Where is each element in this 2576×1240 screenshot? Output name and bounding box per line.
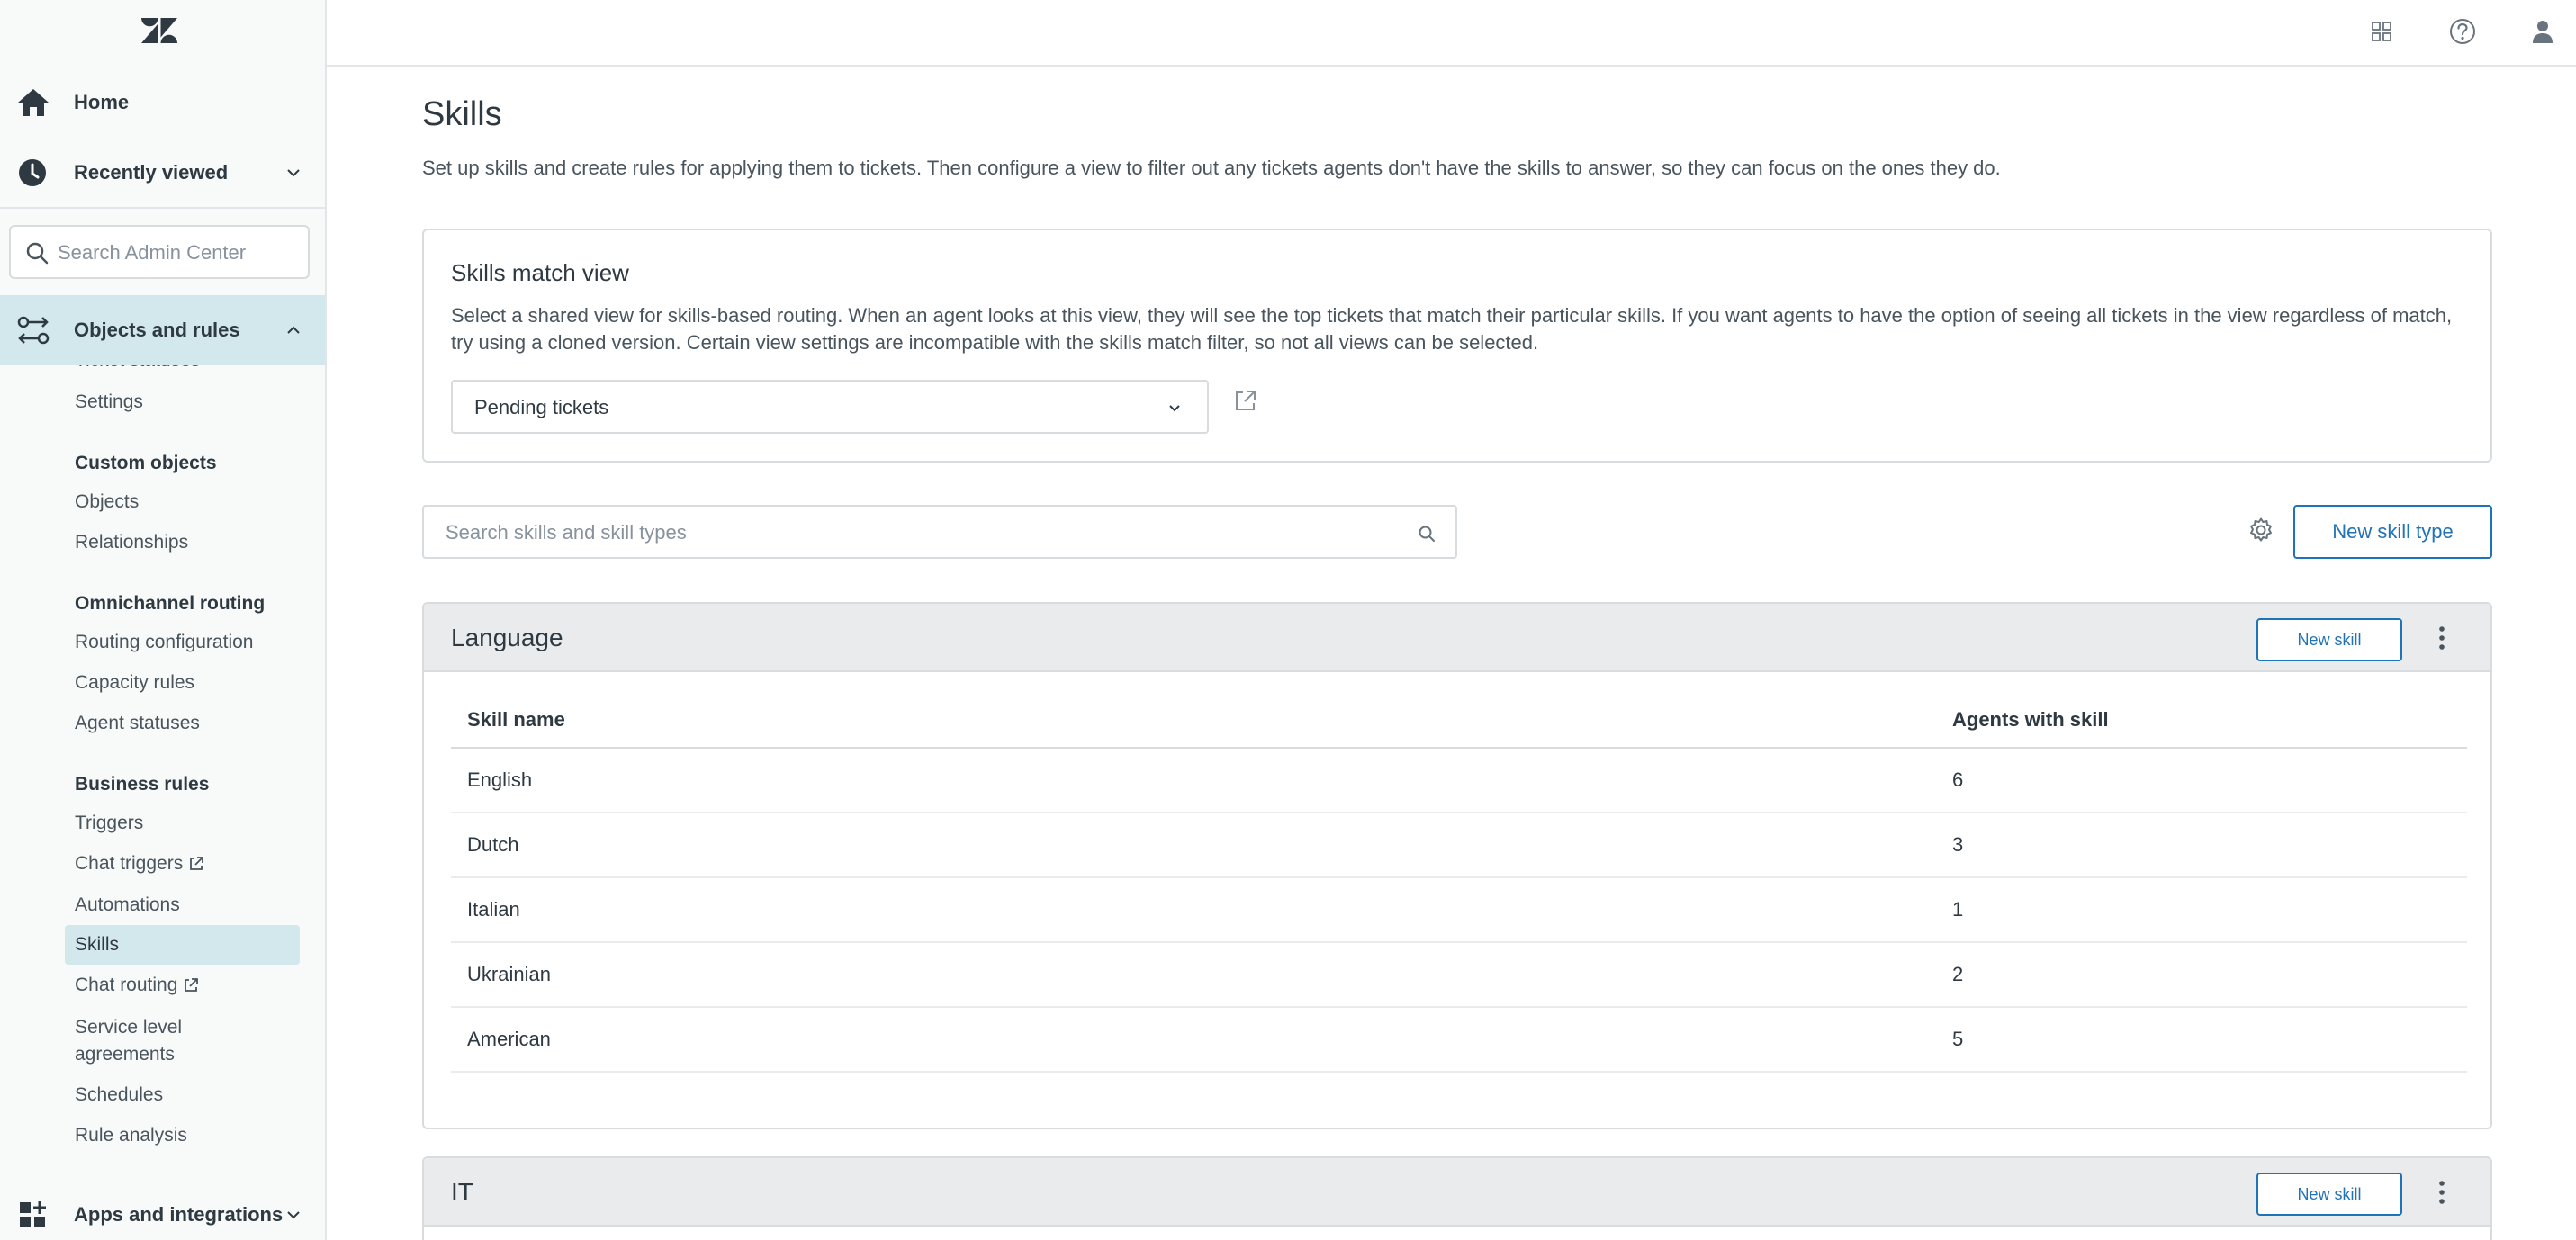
sidebar-item-rule-analysis[interactable]: Rule analysis (75, 1122, 187, 1149)
sidebar-subnav: Ticket statuses Settings Custom objects … (0, 365, 325, 1155)
home-icon (18, 89, 49, 116)
gear-icon[interactable] (2247, 517, 2274, 544)
sidebar-heading-omnichannel-routing: Omnichannel routing (75, 593, 266, 614)
admin-search[interactable] (9, 225, 310, 279)
chevron-down-icon[interactable] (284, 164, 302, 182)
sidebar-item-routing-configuration[interactable]: Routing configuration (75, 629, 253, 656)
new-skill-type-button[interactable]: New skill type (2293, 505, 2492, 559)
sidebar-item-chat-triggers[interactable]: Chat triggers (75, 850, 204, 877)
table-row[interactable]: American 5 (451, 1007, 2467, 1073)
sidebar-item-chat-routing[interactable]: Chat routing (75, 972, 199, 999)
sidebar-item-chat-triggers-label: Chat triggers (75, 853, 184, 874)
search-icon (1419, 526, 1435, 542)
skill-group-it: IT New skill (422, 1156, 2492, 1240)
sidebar-divider (0, 207, 325, 209)
column-header-skill-name[interactable]: Skill name (451, 692, 1936, 749)
skill-name-cell: Dutch (451, 813, 1936, 878)
objects-rules-icon (17, 316, 50, 345)
search-icon (26, 242, 49, 265)
external-link-icon[interactable] (1234, 389, 1257, 412)
view-select[interactable]: Pending tickets (451, 380, 1209, 434)
sidebar-heading-business-rules: Business rules (75, 774, 210, 795)
sidebar-item-objects[interactable]: Objects (75, 489, 139, 516)
sidebar-item-agent-statuses[interactable]: Agent statuses (75, 710, 200, 737)
skill-group-title: IT (451, 1178, 473, 1206)
skill-group-header: IT New skill (424, 1158, 2490, 1227)
skill-group-header: Language New skill (424, 604, 2490, 672)
skill-name-cell: Ukrainian (451, 942, 1936, 1008)
skill-group-title: Language (451, 624, 563, 651)
table-header-row: Skill name Agents with skill (451, 692, 2467, 749)
skills-table: Skill name Agents with skill English 6 D… (451, 692, 2467, 1073)
external-link-icon (190, 857, 204, 871)
table-row[interactable]: Ukrainian 2 (451, 942, 2467, 1008)
user-icon[interactable] (2530, 18, 2555, 45)
sidebar-item-service-level-agreements-line2[interactable]: agreements (75, 1041, 175, 1068)
main-content: Skills Set up skills and create rules fo… (327, 67, 2576, 1240)
new-skill-button[interactable]: New skill (2256, 1173, 2402, 1216)
zendesk-logo[interactable] (140, 16, 178, 45)
nav-recently-viewed-label: Recently viewed (74, 161, 229, 184)
skill-group-language: Language New skill Skill name Agents wit… (422, 602, 2492, 1129)
sidebar-item-relationships[interactable]: Relationships (75, 529, 188, 556)
top-bar (327, 0, 2576, 67)
agents-count-cell: 2 (1936, 942, 2467, 1008)
sidebar-item-capacity-rules[interactable]: Capacity rules (75, 669, 194, 696)
grid-icon[interactable] (2372, 22, 2391, 41)
new-skill-button[interactable]: New skill (2256, 618, 2402, 661)
agents-count-cell: 6 (1936, 748, 2467, 813)
sidebar-item-automations[interactable]: Automations (75, 892, 180, 919)
admin-search-input[interactable] (58, 238, 301, 268)
nav-objects-and-rules[interactable]: Objects and rules (0, 295, 325, 365)
sidebar-item-chat-routing-label: Chat routing (75, 975, 178, 995)
page-description: Set up skills and create rules for apply… (422, 157, 2001, 179)
skills-match-view-description: Select a shared view for skills-based ro… (451, 304, 2453, 354)
agents-count-cell: 5 (1936, 1007, 2467, 1073)
nav-objects-and-rules-label: Objects and rules (74, 319, 240, 341)
table-row[interactable]: Italian 1 (451, 877, 2467, 943)
nav-home-label: Home (74, 91, 130, 113)
nav-apps-and-integrations[interactable]: Apps and integrations (0, 1190, 325, 1240)
sidebar-item-schedules[interactable]: Schedules (75, 1082, 163, 1109)
skill-name-cell: English (451, 748, 1936, 813)
sidebar-item-service-level-agreements[interactable]: Service level (75, 1014, 182, 1041)
sidebar-item-triggers[interactable]: Triggers (75, 810, 143, 837)
skill-search-input[interactable] (446, 517, 1400, 548)
skills-match-view-title: Skills match view (451, 259, 629, 286)
sidebar-item-settings[interactable]: Settings (75, 389, 143, 416)
skills-match-view-card: Skills match view Select a shared view f… (422, 229, 2492, 463)
external-link-icon (185, 978, 199, 993)
agents-count-cell: 3 (1936, 813, 2467, 878)
chevron-down-icon[interactable] (284, 1206, 302, 1224)
skill-name-cell: American (451, 1007, 1936, 1073)
skill-search[interactable] (422, 505, 1457, 559)
nav-apps-and-integrations-label: Apps and integrations (74, 1203, 284, 1226)
agents-count-cell: 1 (1936, 877, 2467, 943)
table-row[interactable]: Dutch 3 (451, 813, 2467, 878)
view-select-value: Pending tickets (474, 396, 609, 418)
kebab-icon[interactable] (2436, 1178, 2447, 1207)
apps-icon (20, 1201, 46, 1227)
chevron-down-icon (1169, 405, 1180, 412)
table-row[interactable]: English 6 (451, 748, 2467, 813)
page-title: Skills (422, 95, 502, 133)
sidebar-item-skills[interactable]: Skills (75, 931, 119, 958)
column-header-agents-with-skill[interactable]: Agents with skill (1936, 692, 2467, 749)
help-icon[interactable] (2449, 18, 2476, 45)
sidebar: Home Recently viewed Objects and rules (0, 0, 327, 1240)
clock-icon (19, 159, 46, 186)
nav-home[interactable]: Home (0, 79, 325, 126)
kebab-icon[interactable] (2436, 624, 2447, 652)
nav-recently-viewed[interactable]: Recently viewed (0, 149, 325, 196)
sidebar-item-ticket-statuses[interactable]: Ticket statuses (75, 365, 200, 374)
chevron-up-icon[interactable] (284, 321, 302, 339)
sidebar-heading-custom-objects: Custom objects (75, 453, 217, 473)
skill-name-cell: Italian (451, 877, 1936, 943)
